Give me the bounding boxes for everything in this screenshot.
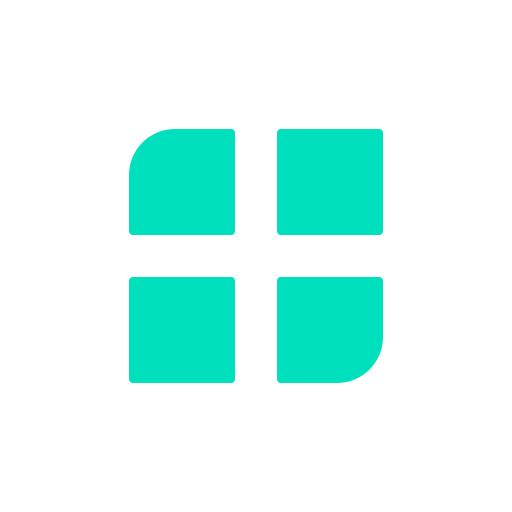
logo-tile-top-left [129, 129, 235, 235]
app-icon-canvas [0, 0, 512, 512]
logo-tile-bottom-left [129, 277, 235, 383]
logo-tile-top-right [277, 129, 383, 235]
four-tile-grid-icon [129, 129, 383, 383]
logo-tile-bottom-right [277, 277, 383, 383]
